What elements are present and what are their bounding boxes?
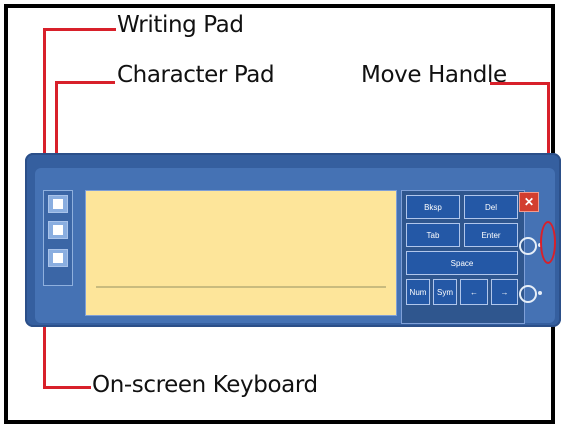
panel-inner: Bksp Del Tab Enter Space Num Sym ← → ✕: [35, 168, 555, 324]
character-pad-callout-line-h: [55, 81, 115, 84]
keyboard-callout-line-h: [43, 386, 91, 389]
quick-keys: Bksp Del Tab Enter Space Num Sym ← →: [401, 190, 525, 324]
tablet-input-panel: Bksp Del Tab Enter Space Num Sym ← → ✕: [25, 153, 561, 327]
del-key[interactable]: Del: [464, 195, 518, 219]
options-icon[interactable]: [519, 237, 537, 255]
writing-pad-button[interactable]: [48, 195, 68, 213]
writing-pad-callout-line-h: [43, 28, 116, 31]
move-handle-label: Move Handle: [361, 62, 507, 88]
sym-key[interactable]: Sym: [433, 279, 457, 305]
mode-selector: [43, 190, 73, 286]
enter-key[interactable]: Enter: [464, 223, 518, 247]
writing-area[interactable]: [85, 190, 397, 316]
help-icon[interactable]: [519, 285, 537, 303]
tab-key[interactable]: Tab: [406, 223, 460, 247]
move-handle-highlight[interactable]: [540, 221, 556, 264]
move-handle-callout-line-h: [490, 82, 548, 85]
character-pad-label: Character Pad: [117, 62, 275, 88]
close-button[interactable]: ✕: [519, 192, 539, 212]
writing-baseline: [96, 286, 386, 288]
left-arrow-key[interactable]: ←: [460, 279, 488, 305]
right-arrow-key[interactable]: →: [491, 279, 518, 305]
num-key[interactable]: Num: [406, 279, 430, 305]
space-key[interactable]: Space: [406, 251, 518, 275]
bksp-key[interactable]: Bksp: [406, 195, 460, 219]
help-indicator-icon: [538, 291, 542, 295]
on-screen-keyboard-button[interactable]: [48, 249, 68, 267]
on-screen-keyboard-label: On-screen Keyboard: [92, 372, 318, 398]
character-pad-button[interactable]: [48, 221, 68, 239]
writing-pad-label: Writing Pad: [117, 12, 244, 38]
